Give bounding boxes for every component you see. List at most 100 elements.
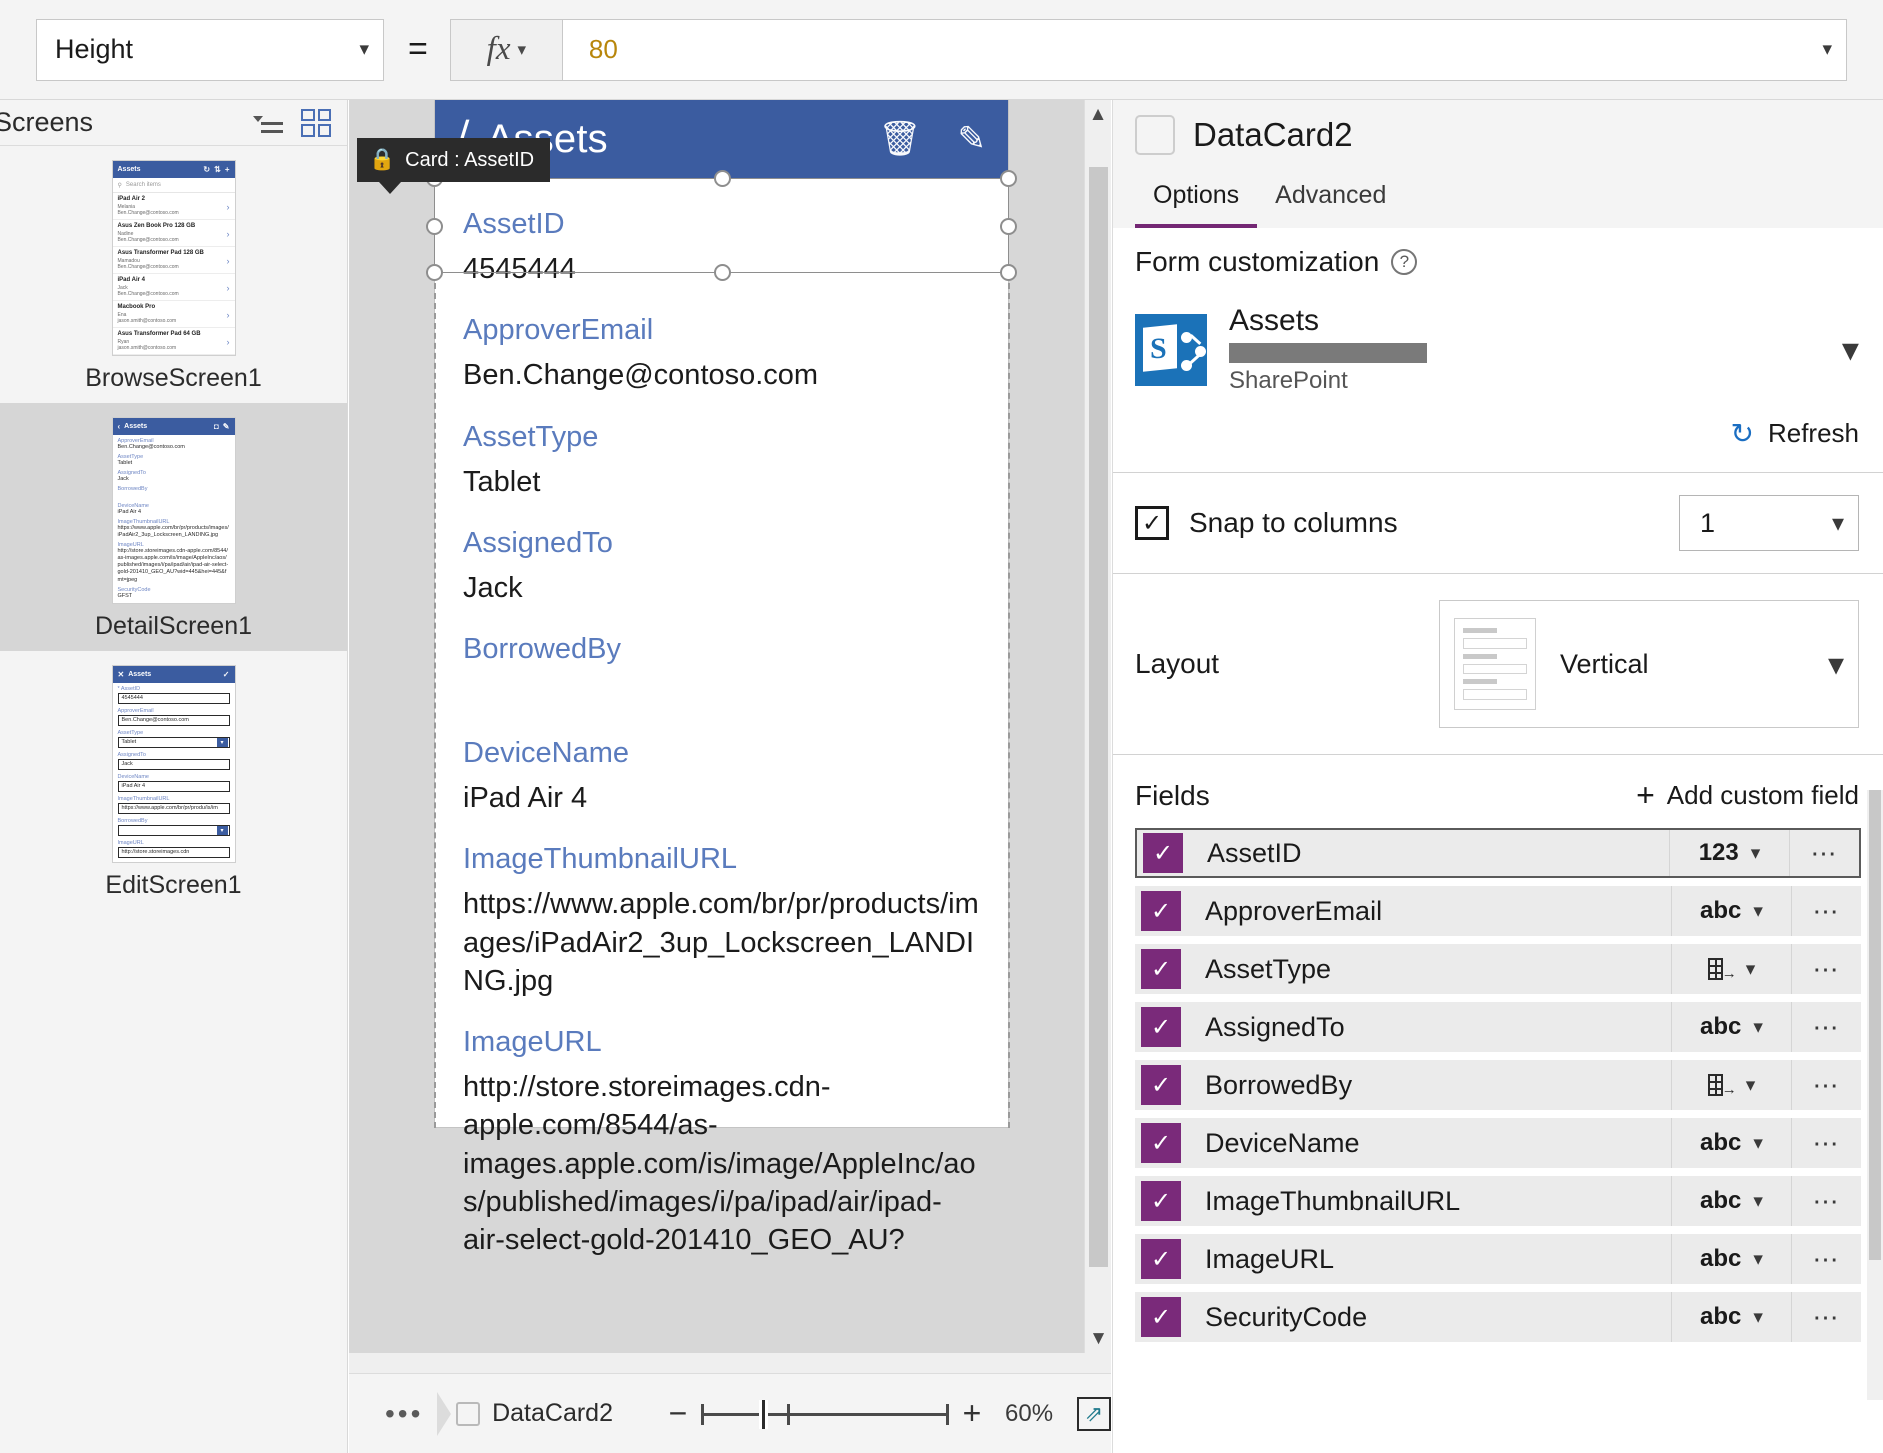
panel-header: DataCard2 [1113,100,1883,170]
data-card-assetid[interactable]: AssetID 4545444 [463,208,980,288]
properties-panel: DataCard2 Options Advanced Form customiz… [1112,100,1883,1453]
scroll-up-icon[interactable]: ▲ [1085,100,1111,129]
field-row-devicename[interactable]: ✓ DeviceName abc ▾ ⋯ [1135,1118,1861,1168]
formula-input[interactable]: 80 ▾ [561,18,1847,81]
field-checkbox[interactable]: ✓ [1141,1065,1181,1105]
field-type-select[interactable]: → ▾ [1671,944,1791,994]
field-row-imagethumbnailurl[interactable]: ✓ ImageThumbnailURL abc ▾ ⋯ [1135,1176,1861,1226]
data-card-imagethumbnailurl[interactable]: ImageThumbnailURL https://www.apple.com/… [463,843,980,1000]
list-item: Asus Transformer Pad 64 GB Ryan jason.sm… [112,328,235,355]
fit-to-screen-icon[interactable]: ⇗ [1077,1396,1111,1431]
field-type-select[interactable]: → ▾ [1671,1060,1791,1110]
chevron-down-icon: ▾ [517,39,527,59]
field-more-button[interactable]: ⋯ [1789,830,1859,876]
field-type-select[interactable]: abc ▾ [1671,1002,1791,1052]
snap-to-columns-checkbox[interactable]: ✓ [1135,506,1169,540]
data-source-name: Assets [1229,304,1320,337]
thumb-app-title: Assets [117,166,141,173]
breadcrumb-datacard2[interactable]: DataCard2 [456,1399,613,1428]
data-card-assettype[interactable]: AssetType Tablet [463,421,980,501]
zoom-slider[interactable] [701,1399,949,1429]
field-more-button[interactable]: ⋯ [1791,886,1861,936]
sidebar-screen-editscreen1[interactable]: ✕ Assets ✓ * AssetID 4545444 ApproverEma… [0,651,347,910]
fx-button[interactable]: fx ▾ [449,18,562,81]
field-row-assettype[interactable]: ✓ AssetType → ▾ ⋯ [1135,944,1861,994]
sidebar-screen-detailscreen1[interactable]: ‹ Assets ◘ ✎ ApproverEmail Ben.Change@co… [0,403,347,651]
slider-knob[interactable] [759,1399,768,1429]
field-more-button[interactable]: ⋯ [1791,1292,1861,1342]
breadcrumb-overflow-button[interactable]: ••• [385,1398,423,1430]
detail-value: Ben.Change@contoso.com [117,444,185,450]
field-type-select[interactable]: abc ▾ [1671,1176,1791,1226]
chevron-down-icon: ▾ [1753,1132,1763,1154]
list-item: Asus Transformer Pad 128 GB Mamadou Ben.… [112,247,235,274]
scrollbar-thumb[interactable] [1089,167,1108,1267]
field-checkbox[interactable]: ✓ [1141,949,1181,989]
pencil-icon[interactable]: ✎ [958,119,987,159]
field-more-button[interactable]: ⋯ [1791,1176,1861,1226]
fields-header: Fields + Add custom field [1113,755,1883,828]
zoom-out-button[interactable]: − [661,1395,695,1432]
scroll-down-icon[interactable]: ▼ [1085,1324,1111,1353]
field-more-button[interactable]: ⋯ [1791,1060,1861,1110]
zoom-in-button[interactable]: + [955,1395,989,1432]
sidebar-screen-browsescreen1[interactable]: Assets ↻ ⇅ + ⚲ Search items iPad Air 2 M… [0,146,347,403]
add-custom-field-button[interactable]: + Add custom field [1636,777,1859,814]
field-checkbox[interactable]: ✓ [1141,1007,1181,1047]
field-checkbox[interactable]: ✓ [1141,1239,1181,1279]
item-title: Asus Zen Book Pro 128 GB [117,223,196,229]
property-select[interactable]: Height ▾ [36,18,384,81]
data-source-row[interactable]: S Assets SharePoint ▾ [1135,304,1859,395]
card-tooltip-text: Card : AssetID [405,148,535,171]
tab-advanced[interactable]: Advanced [1257,181,1404,228]
tree-view-icon[interactable] [253,110,283,136]
data-card-approveremail[interactable]: ApproverEmail Ben.Change@contoso.com [463,314,980,394]
field-checkbox[interactable]: ✓ [1141,1123,1181,1163]
close-icon: ✕ [117,669,125,679]
field-type-select[interactable]: 123 ▾ [1669,830,1789,876]
refresh-button[interactable]: ↻ Refresh [1135,417,1859,450]
equals-sign: = [408,30,428,68]
field-type-select[interactable]: abc ▾ [1671,1234,1791,1284]
field-type-select[interactable]: abc ▾ [1671,1118,1791,1168]
field-checkbox[interactable]: ✓ [1141,1297,1181,1337]
field-type-select[interactable]: abc ▾ [1671,886,1791,936]
chevron-down-icon[interactable]: ▾ [1822,38,1832,61]
field-checkbox[interactable]: ✓ [1143,833,1183,873]
layout-row: Layout Vertical ▾ [1113,574,1883,755]
chevron-down-icon[interactable]: ▾ [1832,330,1859,370]
field-more-button[interactable]: ⋯ [1791,1234,1861,1284]
field-checkbox[interactable]: ✓ [1141,891,1181,931]
help-icon[interactable]: ? [1391,249,1418,275]
thumb-app-title: Assets [128,670,152,678]
field-row-assetid[interactable]: ✓ AssetID 123 ▾ ⋯ [1135,828,1861,878]
fields-scrollbar[interactable] [1867,790,1883,1400]
field-more-button[interactable]: ⋯ [1791,1118,1861,1168]
edit-label: ApproverEmail [117,707,154,714]
canvas-scrollbar[interactable]: ▲ ▼ [1084,100,1111,1353]
field-row-approveremail[interactable]: ✓ ApproverEmail abc ▾ ⋯ [1135,886,1861,936]
field-type-select[interactable]: abc ▾ [1671,1292,1791,1342]
scrollbar-track[interactable] [1085,129,1111,1324]
canvas-stage[interactable]: ⟨ Assets 🗑 ✎ AssetID 4545444 ApproverEma… [349,100,1084,1353]
trash-icon[interactable]: 🗑 [878,119,921,159]
data-card-devicename[interactable]: DeviceName iPad Air 4 [463,737,980,817]
field-name: ApproverEmail [1205,895,1383,926]
field-row-assignedto[interactable]: ✓ AssignedTo abc ▾ ⋯ [1135,1002,1861,1052]
field-row-borrowedby[interactable]: ✓ BorrowedBy → ▾ ⋯ [1135,1060,1861,1110]
data-card-imageurl[interactable]: ImageURL http://store.storeimages.cdn-ap… [463,1026,980,1259]
data-card-assignedto[interactable]: AssignedTo Jack [463,527,980,607]
field-checkbox[interactable]: ✓ [1141,1181,1181,1221]
fields-scrollbar-thumb[interactable] [1869,790,1881,1260]
layout-select[interactable]: Vertical ▾ [1439,600,1859,728]
data-card-borrowedby[interactable]: BorrowedBy [463,633,980,711]
field-row-securitycode[interactable]: ✓ SecurityCode abc ▾ ⋯ [1135,1292,1861,1342]
field-more-button[interactable]: ⋯ [1791,944,1861,994]
field-more-button[interactable]: ⋯ [1791,1002,1861,1052]
chevron-right-icon: › [226,283,230,293]
columns-select[interactable]: 1 ▾ [1679,495,1859,551]
app-screen-preview[interactable]: ⟨ Assets 🗑 ✎ AssetID 4545444 ApproverEma… [434,100,1009,1256]
field-row-imageurl[interactable]: ✓ ImageURL abc ▾ ⋯ [1135,1234,1861,1284]
tab-options[interactable]: Options [1135,181,1258,228]
grid-view-icon[interactable] [301,108,331,137]
